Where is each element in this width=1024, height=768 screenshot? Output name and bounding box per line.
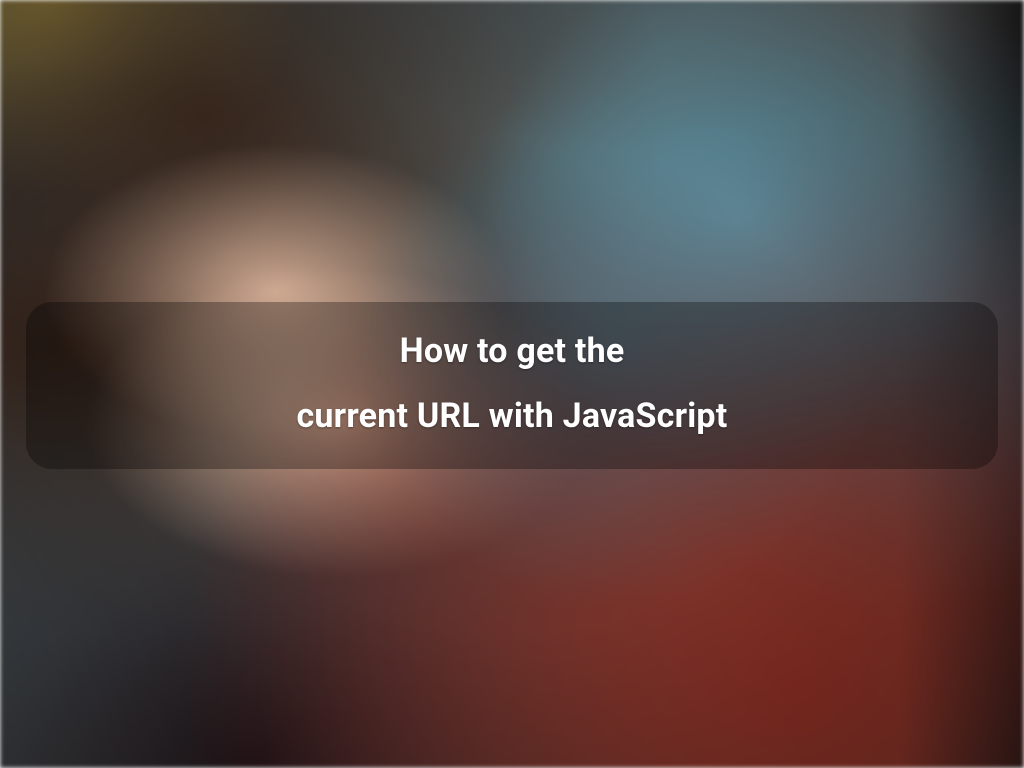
title-line-1: How to get the xyxy=(66,330,958,373)
title-overlay-panel: How to get the current URL with JavaScri… xyxy=(26,302,998,469)
title-line-2: current URL with JavaScript xyxy=(66,395,958,438)
